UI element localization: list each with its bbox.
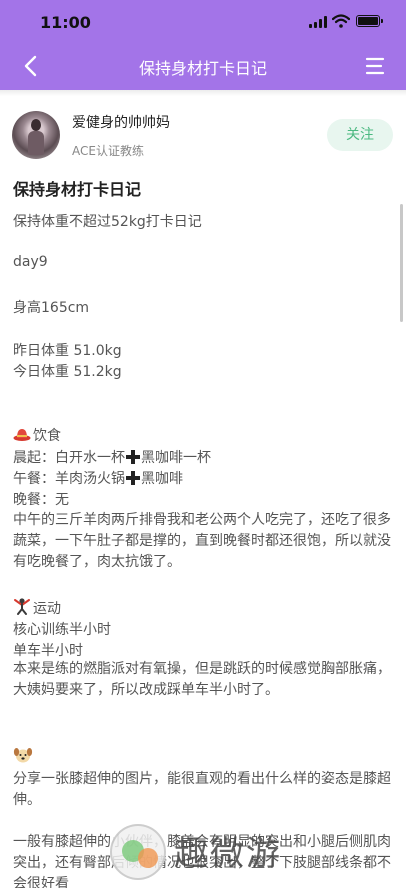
follow-button[interactable]: 关注	[327, 119, 393, 151]
battery-icon	[356, 15, 383, 27]
breakfast-main: 晨起：白开水一杯	[13, 450, 125, 466]
scrollbar[interactable]	[400, 204, 403, 322]
lunch-main: 午餐：羊肉汤火锅	[13, 471, 125, 487]
sport-item-bike: 单车半小时	[13, 643, 83, 659]
diet-heading: 饮食	[13, 425, 61, 445]
sport-heading: 运动	[13, 597, 61, 618]
author-name[interactable]: 爱健身的帅帅妈	[72, 112, 170, 132]
hat-icon	[13, 429, 31, 441]
watermark-text: 趣微游	[174, 834, 282, 874]
weight-today: 今日体重 51.2kg	[13, 364, 122, 380]
nav-shadow	[0, 90, 406, 96]
dinner-line: 晚餐：无	[13, 492, 69, 508]
weight-yesterday: 昨日体重 51.0kg	[13, 343, 122, 359]
post-subtitle: 保持体重不超过52kg打卡日记	[13, 214, 202, 230]
breakfast-extra: 黑咖啡一杯	[141, 450, 211, 466]
dog-icon	[13, 748, 33, 763]
status-time: 11:00	[40, 13, 91, 32]
breakfast-line: 晨起：白开水一杯 黑咖啡一杯	[13, 447, 211, 467]
height-label: 身高165cm	[13, 300, 90, 316]
sport-note: 本来是练的燃脂派对有氧操，但是跳跃的时候感觉胸部胀痛，大姨妈要来了，所以改成踩单…	[13, 661, 391, 698]
diet-note: 中午的三斤羊肉两斤排骨我和老公两个人吃完了，还吃了很多蔬菜，一下午肚子都是撑的，…	[13, 512, 391, 570]
sport-item-core: 核心训练半小时	[13, 622, 111, 638]
plus-icon	[126, 471, 140, 485]
share-heading	[13, 746, 35, 766]
author-role: ACE认证教练	[72, 144, 144, 158]
lunch-line: 午餐：羊肉汤火锅 黑咖啡	[13, 468, 183, 488]
signal-icon	[309, 16, 327, 28]
exercise-icon	[14, 598, 30, 615]
watermark-logo-icon	[110, 824, 166, 880]
status-bar: 11:00	[0, 0, 406, 44]
diet-heading-text: 饮食	[33, 428, 61, 444]
lunch-extra: 黑咖啡	[141, 471, 183, 487]
plus-icon	[126, 450, 140, 464]
day-label: day9	[13, 254, 48, 270]
page-title: 保持身材打卡日记	[138, 59, 267, 78]
share-note: 分享一张膝超伸的图片，能很直观的看出什么样的姿态是膝超伸。	[13, 771, 391, 808]
post-title: 保持身材打卡日记	[13, 180, 142, 199]
wifi-icon	[332, 14, 350, 28]
avatar[interactable]	[12, 111, 60, 159]
watermark: 趣微游	[110, 818, 310, 888]
sport-heading-text: 运动	[33, 601, 61, 617]
menu-icon[interactable]	[364, 56, 386, 76]
nav-bar: 11:00 保持身材打卡日记	[0, 0, 406, 90]
